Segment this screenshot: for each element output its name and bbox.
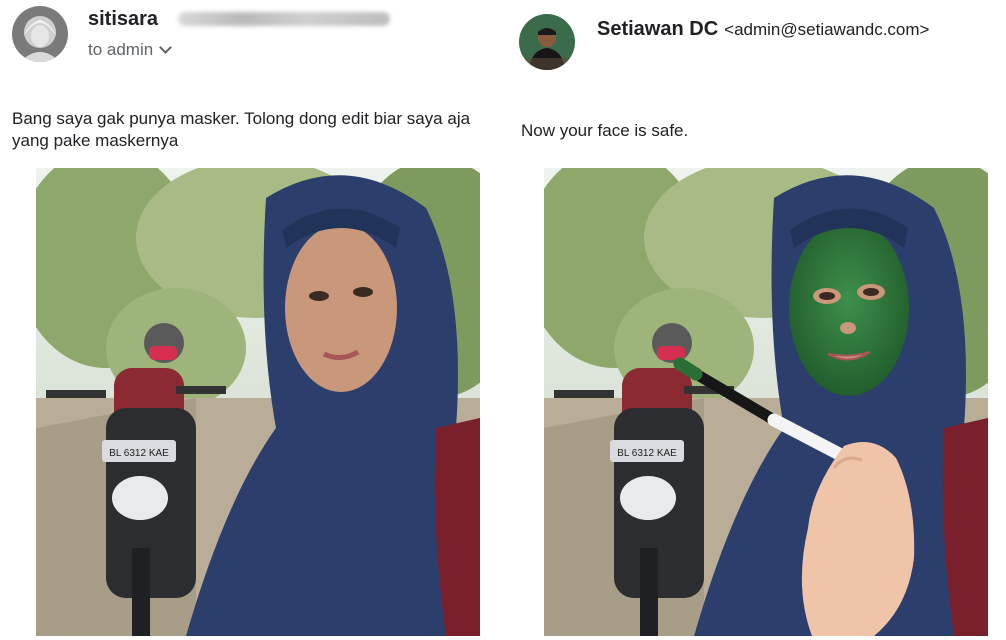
avatar-photo (12, 6, 68, 62)
license-plate: BL 6312 KAE (617, 448, 677, 459)
recipient-label: to admin (88, 40, 154, 59)
attached-photo[interactable]: BL 6312 KAE (544, 168, 988, 636)
sender-email: <admin@setiawandc.com> (724, 20, 930, 39)
edited-selfie-image: BL 6312 KAE (544, 168, 988, 636)
sender-name: Setiawan DC (597, 18, 719, 40)
selfie-image: BL 6312 KAE (36, 168, 480, 636)
chevron-down-icon (159, 41, 173, 54)
sender-name[interactable]: sitisara (88, 8, 158, 31)
avatar-photo (519, 14, 575, 70)
sender-name-line[interactable]: Setiawan DC <admin@setiawandc.com> (597, 18, 929, 41)
green-face-mask (789, 220, 909, 396)
email-message-left: sitisara to admin Bang saya gak punya ma… (0, 0, 500, 640)
attached-photo[interactable]: BL 6312 KAE (36, 168, 480, 636)
sender-avatar[interactable] (12, 6, 68, 62)
message-body: Now your face is safe. (521, 121, 689, 140)
recipient-dropdown[interactable]: to admin (88, 40, 173, 60)
sender-avatar[interactable] (519, 14, 575, 70)
redacted-sender-details (178, 12, 390, 26)
email-message-right: Setiawan DC <admin@setiawandc.com> Now yo… (505, 0, 1006, 640)
license-plate: BL 6312 KAE (109, 448, 169, 459)
message-body: Bang saya gak punya masker. Tolong dong … (12, 109, 471, 150)
